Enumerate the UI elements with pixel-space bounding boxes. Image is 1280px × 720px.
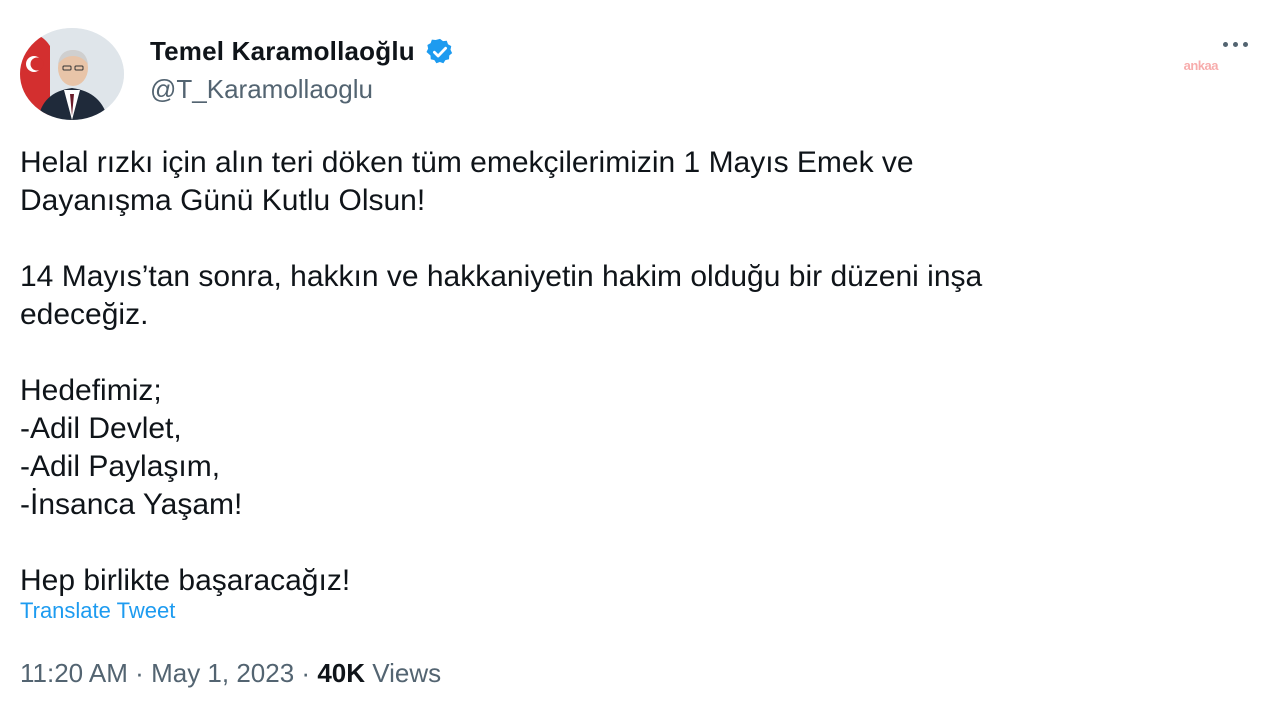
verified-badge-icon <box>425 37 455 67</box>
author-handle[interactable]: @T_Karamollaoglu <box>150 74 373 105</box>
tweet-date[interactable]: May 1, 2023 <box>151 658 294 688</box>
tweet-line: Hedefimiz; <box>20 374 162 407</box>
views-count: 40K <box>317 658 366 688</box>
avatar[interactable] <box>20 28 124 120</box>
tweet-card: Temel Karamollaoğlu @T_Karamollaoglu ank… <box>0 0 1280 720</box>
dot-icon <box>1233 42 1238 47</box>
dot-icon <box>1223 42 1228 47</box>
tweet-text: Helal rızkı için alın teri döken tüm eme… <box>20 144 1240 600</box>
author-display-name[interactable]: Temel Karamollaoğlu <box>150 36 415 67</box>
tweet-time[interactable]: 11:20 AM <box>20 658 128 688</box>
tweet-line: -İnsanca Yaşam! <box>20 488 243 521</box>
watermark-logo: ankaa <box>1183 58 1219 73</box>
views-label: Views <box>372 658 442 688</box>
meta-separator: · <box>135 658 144 688</box>
author-name-row: Temel Karamollaoğlu <box>150 36 455 67</box>
tweet-line: -Adil Devlet, <box>20 412 182 445</box>
tweet-line: Hep birlikte başaracağız! <box>20 564 351 597</box>
tweet-line: -Adil Paylaşım, <box>20 450 221 483</box>
meta-separator: · <box>301 658 311 688</box>
dot-icon <box>1243 42 1248 47</box>
tweet-line: Dayanışma Günü Kutlu Olsun! <box>20 184 426 217</box>
translate-tweet-link[interactable]: Translate Tweet <box>20 598 175 624</box>
tweet-line: Helal rızkı için alın teri döken tüm eme… <box>20 146 914 179</box>
tweet-line: edeceğiz. <box>20 298 149 331</box>
tweet-line: 14 Mayıs’tan sonra, hakkın ve hakkaniyet… <box>20 260 983 293</box>
more-options-icon[interactable] <box>1223 42 1248 47</box>
tweet-meta: 11:20 AM · May 1, 2023 · 40K Views <box>20 658 441 689</box>
